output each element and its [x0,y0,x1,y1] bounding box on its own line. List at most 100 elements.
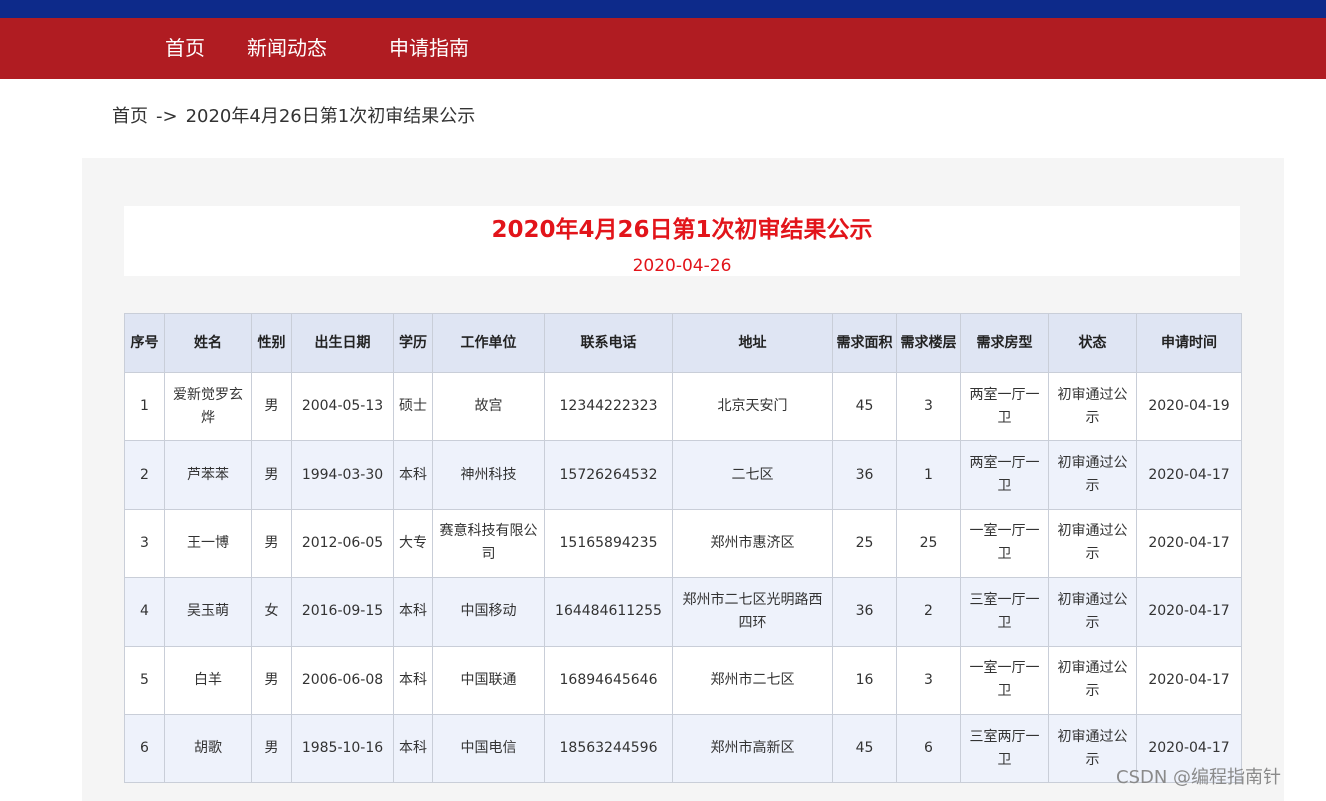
cell-area: 16 [832,645,897,715]
cell-phone: 15165894235 [544,508,673,579]
cell-phone: 15726264532 [544,440,673,510]
cell-room-type: 三室一厅一卫 [960,577,1049,647]
cell-address: 郑州市二七区光明路西四环 [672,577,833,647]
cell-room-type: 两室一厅一卫 [960,371,1049,442]
header-birth-date: 出生日期 [291,313,394,373]
cell-birth-date: 2004-05-13 [291,371,394,442]
cell-index: 2 [124,440,165,510]
cell-education: 大专 [393,508,433,579]
cell-phone: 12344222323 [544,371,673,442]
breadcrumb: 首页 -> 2020年4月26日第1次初审结果公示 [112,104,475,130]
header-name: 姓名 [164,313,252,373]
cell-status: 初审通过公示 [1048,645,1137,715]
header-status: 状态 [1048,313,1137,373]
header-education: 学历 [393,313,433,373]
cell-index: 6 [124,713,165,784]
cell-gender: 男 [251,713,292,784]
cell-birth-date: 2006-06-08 [291,645,394,715]
cell-room-type: 三室两厅一卫 [960,713,1049,784]
cell-floor: 6 [896,713,961,784]
cell-apply-time: 2020-04-19 [1136,371,1242,442]
cell-education: 本科 [393,645,433,715]
breadcrumb-current: 2020年4月26日第1次初审结果公示 [185,106,476,127]
cell-address: 郑州市惠济区 [672,508,833,579]
cell-apply-time: 2020-04-17 [1136,577,1242,647]
table-row: 1 爱新觉罗玄烨 男 2004-05-13 硕士 故宫 12344222323 … [124,371,1242,442]
cell-employer: 中国联通 [432,645,545,715]
cell-gender: 男 [251,371,292,442]
cell-birth-date: 2016-09-15 [291,577,394,647]
cell-employer: 中国电信 [432,713,545,784]
table-row: 4 吴玉萌 女 2016-09-15 本科 中国移动 164484611255 … [124,577,1242,647]
header-room-type: 需求房型 [960,313,1049,373]
cell-address: 郑州市二七区 [672,645,833,715]
cell-birth-date: 1994-03-30 [291,440,394,510]
cell-area: 36 [832,577,897,647]
header-floor: 需求楼层 [896,313,961,373]
cell-address: 北京天安门 [672,371,833,442]
header-phone: 联系电话 [544,313,673,373]
cell-room-type: 一室一厅一卫 [960,645,1049,715]
cell-name: 爱新觉罗玄烨 [164,371,252,442]
cell-name: 胡歌 [164,713,252,784]
breadcrumb-home[interactable]: 首页 [112,106,148,127]
main-nav: 首页 新闻动态 申请指南 [0,18,1326,79]
cell-education: 本科 [393,577,433,647]
cell-floor: 1 [896,440,961,510]
header-gender: 性别 [251,313,292,373]
cell-status: 初审通过公示 [1048,371,1137,442]
cell-floor: 3 [896,645,961,715]
cell-gender: 男 [251,440,292,510]
header-index: 序号 [124,313,165,373]
cell-employer: 故宫 [432,371,545,442]
cell-address: 郑州市高新区 [672,713,833,784]
cell-education: 硕士 [393,371,433,442]
cell-status: 初审通过公示 [1048,440,1137,510]
cell-apply-time: 2020-04-17 [1136,440,1242,510]
cell-gender: 女 [251,577,292,647]
article-title: 2020年4月26日第1次初审结果公示 [491,217,873,243]
cell-status: 初审通过公示 [1048,577,1137,647]
cell-room-type: 一室一厅一卫 [960,508,1049,579]
cell-apply-time: 2020-04-17 [1136,645,1242,715]
header-apply-time: 申请时间 [1136,313,1242,373]
csdn-watermark: CSDN @编程指南针 [1116,767,1282,788]
cell-room-type: 两室一厅一卫 [960,440,1049,510]
cell-floor: 3 [896,371,961,442]
header-address: 地址 [672,313,833,373]
cell-area: 36 [832,440,897,510]
nav-item-news[interactable]: 新闻动态 [247,18,327,79]
cell-gender: 男 [251,508,292,579]
cell-area: 45 [832,371,897,442]
top-accent-strip [0,0,1326,18]
cell-gender: 男 [251,645,292,715]
cell-employer: 神州科技 [432,440,545,510]
cell-status: 初审通过公示 [1048,508,1137,579]
cell-name: 吴玉萌 [164,577,252,647]
cell-index: 5 [124,645,165,715]
cell-name: 芦苯苯 [164,440,252,510]
cell-birth-date: 1985-10-16 [291,713,394,784]
cell-phone: 16894645646 [544,645,673,715]
nav-item-home[interactable]: 首页 [165,18,205,79]
table-row: 5 白羊 男 2006-06-08 本科 中国联通 16894645646 郑州… [124,645,1242,715]
cell-phone: 164484611255 [544,577,673,647]
cell-address: 二七区 [672,440,833,510]
header-employer: 工作单位 [432,313,545,373]
cell-education: 本科 [393,440,433,510]
nav-item-guide[interactable]: 申请指南 [389,18,469,79]
cell-index: 4 [124,577,165,647]
article-date: 2020-04-26 [632,256,732,276]
cell-index: 1 [124,371,165,442]
table-header-row: 序号 姓名 性别 出生日期 学历 工作单位 联系电话 地址 需求面积 需求楼层 … [124,313,1242,373]
table-row: 6 胡歌 男 1985-10-16 本科 中国电信 18563244596 郑州… [124,713,1242,784]
cell-education: 本科 [393,713,433,784]
cell-employer: 中国移动 [432,577,545,647]
cell-area: 45 [832,713,897,784]
cell-name: 白羊 [164,645,252,715]
table-row: 2 芦苯苯 男 1994-03-30 本科 神州科技 15726264532 二… [124,440,1242,510]
cell-floor: 25 [896,508,961,579]
cell-index: 3 [124,508,165,579]
cell-name: 王一博 [164,508,252,579]
cell-floor: 2 [896,577,961,647]
